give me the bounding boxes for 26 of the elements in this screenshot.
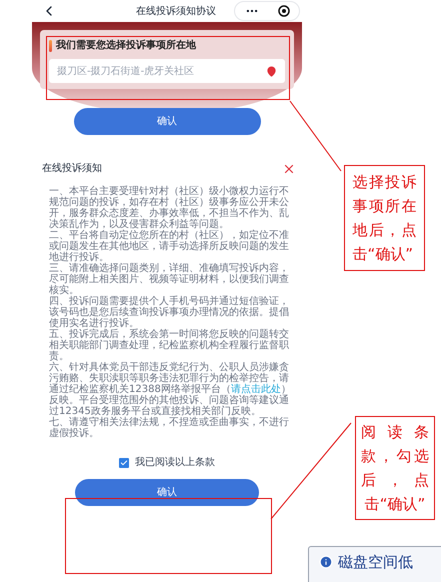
card-title: 我们需要您选择投诉事项所在地: [56, 38, 196, 53]
notice-paragraph: 一、本平台主要受理针对村（社区）级小微权力运行不规范问题的投诉，如存在村（社区）级事务应公开未公开，服务群众态度差、办事效率低，不担当不作为、乱决策乱作为，以及侵害群众利益等问题。: [49, 186, 290, 230]
confirm-button[interactable]: 确认: [75, 479, 259, 506]
notice-paragraph: 三、请准确选择问题类别，详细、准确填写投诉内容，尽可能附上相关图片、视频等证明材料，以便我们调查核实。: [49, 263, 290, 296]
page-title: 在线投诉须知协议: [136, 4, 216, 18]
annotation-callout: 选择投诉事项所在地后，点击“确认”: [344, 165, 425, 271]
report-link[interactable]: 请点击此处: [230, 384, 281, 395]
target-icon: [278, 5, 290, 17]
agree-checkbox[interactable]: [119, 458, 129, 468]
accent-bar: [49, 40, 52, 52]
annotation-callout: 阅读条款，勾选后，点击“确认”: [355, 416, 435, 520]
notice-paragraph: 二、平台将自动定位您所在的村（社区），如定位不准或问题发生在其他地区，请手动选择所反映问题的发生地进行投诉。: [49, 230, 290, 263]
location-field[interactable]: 掇刀区-掇刀石街道-虎牙关社区: [49, 59, 285, 83]
check-icon: [120, 458, 128, 466]
info-icon: [319, 555, 333, 569]
notice-paragraph: 五、投诉完成后，系统会第一时间将您反映的问题转交相关职能部门调查处理，纪检监察机构全程履行监督职责。: [49, 329, 290, 362]
agree-label: 我已阅读以上条款: [135, 456, 215, 470]
notice-paragraph: 四、投诉问题需要提供个人手机号码并通过短信验证，该号码也是您后续查询投诉事项办理情况的依据。提倡使用实名进行投诉。: [49, 296, 290, 329]
notice-paragraph: 七、请遵守相关法律法规，不捏造或歪曲事实，不进行虚假投诉。: [49, 417, 290, 439]
notice-title: 在线投诉须知: [42, 162, 102, 176]
confirm-button[interactable]: 确认: [74, 108, 260, 135]
leader-line: [289, 100, 342, 172]
notification-title: 磁盘空间低: [338, 553, 413, 571]
notice-paragraph: 六、针对具体党员干部违反党纪行为、公职人员涉嫌贪污贿赂、失职渎职等职务违法犯罪行为的检举控告，请通过纪检监察机关12388网络举报平台（请点击此处）反映。平台受理范围外的其他投诉、问题咨询等建议通过12345政务服务平台或直接找相关部门反映。: [49, 362, 292, 417]
location-pin-icon: [266, 66, 277, 76]
capsule-menu[interactable]: [234, 1, 300, 21]
